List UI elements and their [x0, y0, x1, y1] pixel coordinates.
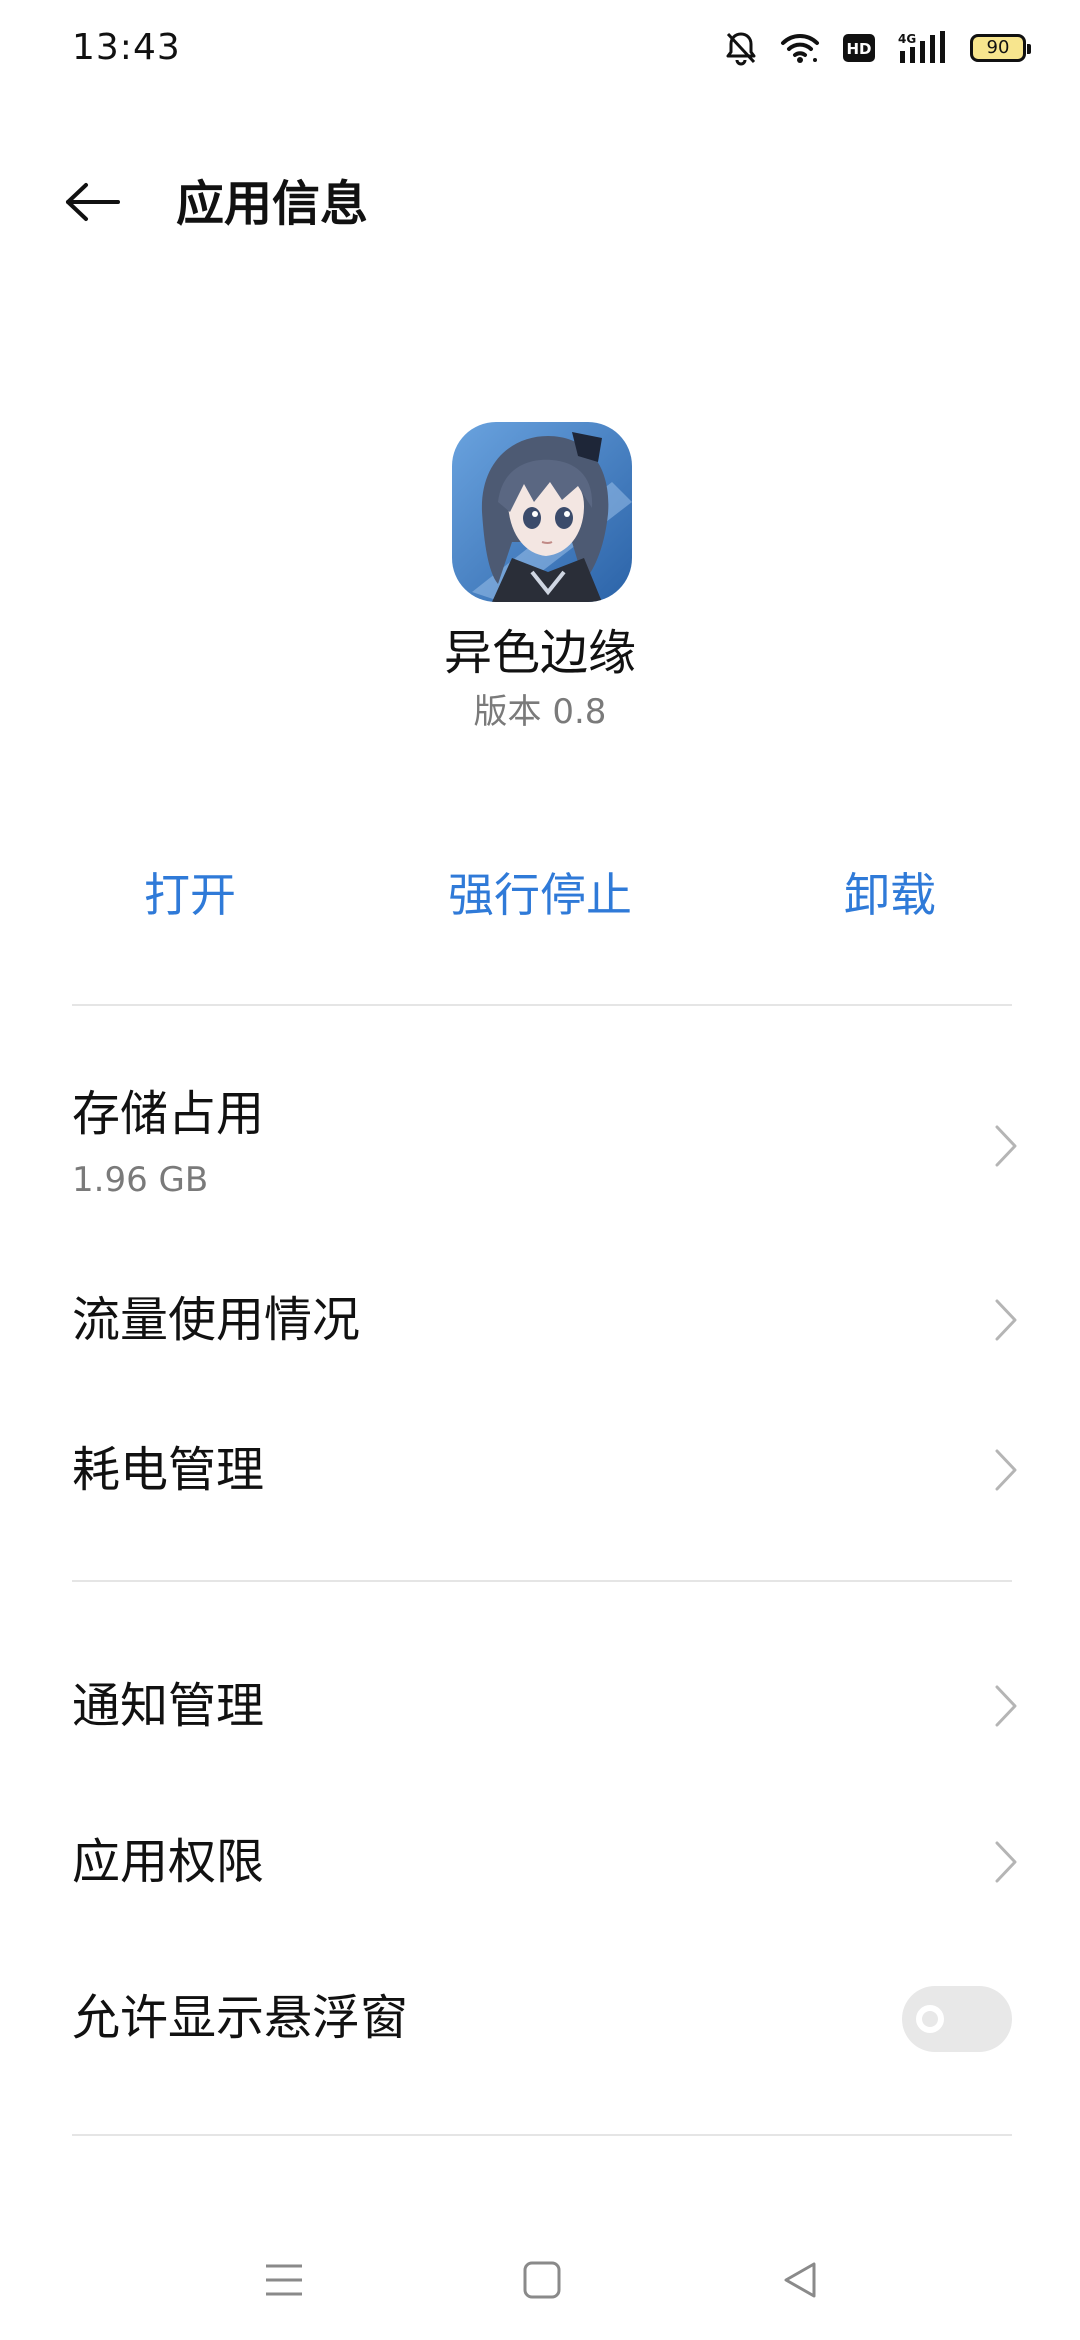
back-icon [780, 2260, 820, 2304]
chevron-right-icon [994, 1124, 1018, 1168]
app-version: 版本 0.8 [473, 692, 607, 732]
signal-4g-icon: 4G [898, 31, 948, 65]
back-button[interactable] [56, 172, 128, 236]
status-icons: HD 4G 90 [724, 28, 1031, 68]
permissions-title: 应用权限 [72, 1834, 265, 1890]
bell-off-icon [724, 30, 758, 66]
status-bar: 13:43 HD 4G 90 [0, 0, 1080, 96]
menu-icon [264, 2262, 304, 2302]
recent-apps-button[interactable] [254, 2252, 314, 2312]
notifications-row[interactable]: 通知管理 [0, 1656, 1080, 1756]
app-name: 异色边缘 [443, 625, 636, 681]
battery-management-title: 耗电管理 [72, 1442, 265, 1498]
storage-value: 1.96 GB [72, 1160, 209, 1200]
storage-title: 存储占用 [72, 1086, 265, 1142]
app-icon [452, 422, 632, 602]
toggle-knob [916, 2005, 944, 2033]
data-usage-row[interactable]: 流量使用情况 [0, 1270, 1080, 1370]
floating-window-title: 允许显示悬浮窗 [72, 1990, 409, 2046]
chevron-right-icon [994, 1448, 1018, 1492]
battery-management-row[interactable]: 耗电管理 [0, 1420, 1080, 1520]
navigation-bar [0, 2230, 1080, 2340]
home-button[interactable] [512, 2252, 572, 2312]
divider [72, 1580, 1012, 1582]
page-title: 应用信息 [176, 176, 369, 232]
floating-window-toggle[interactable] [902, 1986, 1012, 2052]
svg-text:HD: HD [846, 40, 871, 58]
notifications-title: 通知管理 [72, 1678, 265, 1734]
divider [72, 1004, 1012, 1006]
battery-icon: 90 [970, 34, 1031, 62]
divider [72, 2134, 1012, 2136]
home-icon [522, 2260, 562, 2304]
wifi-icon [780, 32, 820, 64]
chevron-right-icon [994, 1684, 1018, 1728]
system-back-button[interactable] [770, 2252, 830, 2312]
status-time: 13:43 [72, 27, 181, 68]
hd-icon: HD [842, 33, 876, 63]
force-stop-button[interactable]: 强行停止 [430, 862, 650, 928]
svg-text:4G: 4G [898, 32, 916, 46]
arrow-left-icon [62, 182, 122, 226]
chevron-right-icon [994, 1840, 1018, 1884]
chevron-right-icon [994, 1298, 1018, 1342]
permissions-row[interactable]: 应用权限 [0, 1812, 1080, 1912]
uninstall-button[interactable]: 卸载 [820, 862, 960, 928]
storage-row[interactable]: 存储占用 1.96 GB [0, 1070, 1080, 1220]
app-bar: 应用信息 [0, 150, 1080, 260]
open-button[interactable]: 打开 [120, 862, 260, 928]
data-usage-title: 流量使用情况 [72, 1292, 361, 1348]
